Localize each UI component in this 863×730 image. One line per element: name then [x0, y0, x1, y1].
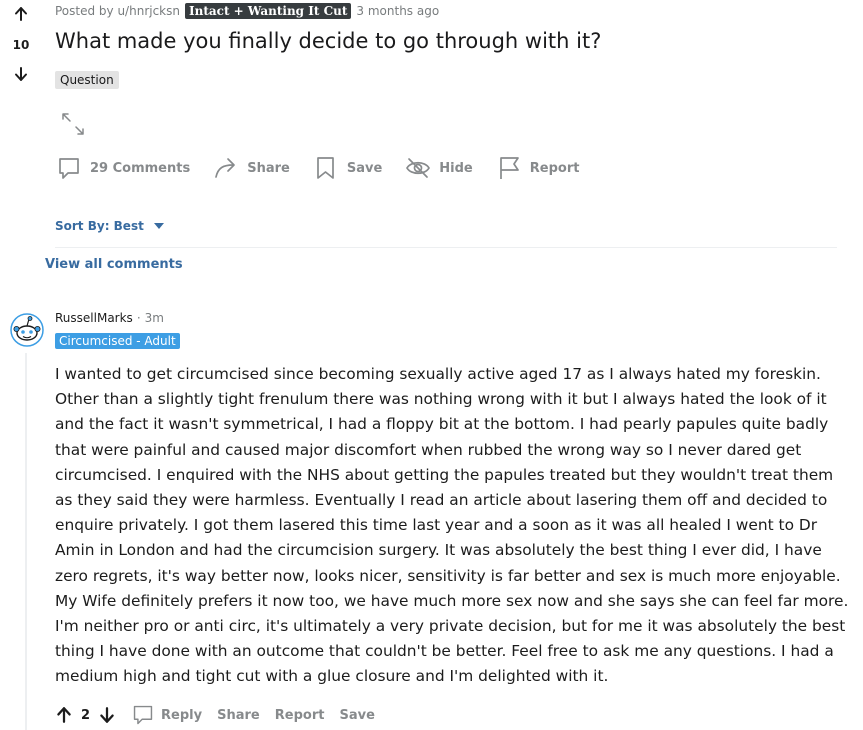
comment-bubble-icon [133, 705, 153, 725]
comment-meta: RussellMarks · 3m [55, 311, 164, 325]
comment-thread-line[interactable] [25, 353, 27, 730]
caret-down-icon [153, 223, 164, 229]
report-button[interactable]: Report [496, 155, 580, 181]
sort-dropdown[interactable]: Sort By: Best [55, 219, 164, 233]
reply-button[interactable]: Reply [132, 704, 202, 726]
comment-score: 2 [81, 707, 91, 723]
comment-author-link[interactable]: RussellMarks [55, 311, 133, 325]
expand-icon[interactable] [60, 111, 86, 137]
report-label: Report [529, 160, 580, 176]
comments-count-label: 29 Comments [90, 160, 191, 176]
flag-icon [499, 157, 519, 179]
post-title[interactable]: What made you finally decide to go throu… [55, 29, 601, 53]
post-age[interactable]: 3 months ago [356, 4, 439, 18]
comment-upvote-arrow-icon[interactable] [55, 706, 73, 724]
comment-age[interactable]: 3m [145, 311, 164, 325]
post-action-bar: 29 Comments Share Save Hide Report [56, 155, 602, 181]
view-all-comments-link[interactable]: View all comments [45, 257, 183, 272]
comment-user-flair: Circumcised - Adult [55, 333, 180, 349]
comment-action-bar: 2 Reply Share Report Save [55, 704, 390, 726]
comment-body: I wanted to get circumcised since becomi… [55, 365, 849, 686]
reply-label: Reply [161, 707, 203, 723]
save-button[interactable]: Save [313, 155, 382, 181]
bookmark-icon [316, 157, 334, 179]
save-label: Save [346, 160, 383, 176]
share-label: Share [247, 160, 290, 176]
hide-label: Hide [439, 160, 473, 176]
post-score: 10 [12, 38, 30, 52]
comment-downvote-arrow-icon[interactable] [98, 706, 116, 724]
sort-label: Sort By: Best [55, 219, 144, 233]
share-button[interactable]: Share [213, 155, 290, 181]
posted-by-link[interactable]: Posted by u/hnrjcksn [55, 4, 180, 18]
post-flair-tag[interactable]: Question [55, 71, 119, 89]
hide-button[interactable]: Hide [405, 155, 473, 181]
user-flair-badge: Intact + Wanting It Cut [185, 3, 352, 19]
comment-save-button[interactable]: Save [339, 708, 374, 723]
comment-report-button[interactable]: Report [275, 708, 325, 723]
post-meta: Posted by u/hnrjcksn Intact + Wanting It… [55, 3, 439, 19]
downvote-arrow-icon[interactable] [13, 66, 29, 82]
upvote-arrow-icon[interactable] [13, 6, 29, 22]
comments-button[interactable]: 29 Comments [56, 155, 190, 181]
snoo-avatar-icon[interactable] [10, 313, 44, 347]
comment-share-button[interactable]: Share [217, 708, 260, 723]
eye-slash-icon [406, 158, 431, 178]
comment-bubble-icon [59, 158, 79, 179]
meta-separator: · [136, 311, 141, 325]
share-arrow-icon [215, 158, 236, 178]
section-divider [55, 247, 837, 248]
